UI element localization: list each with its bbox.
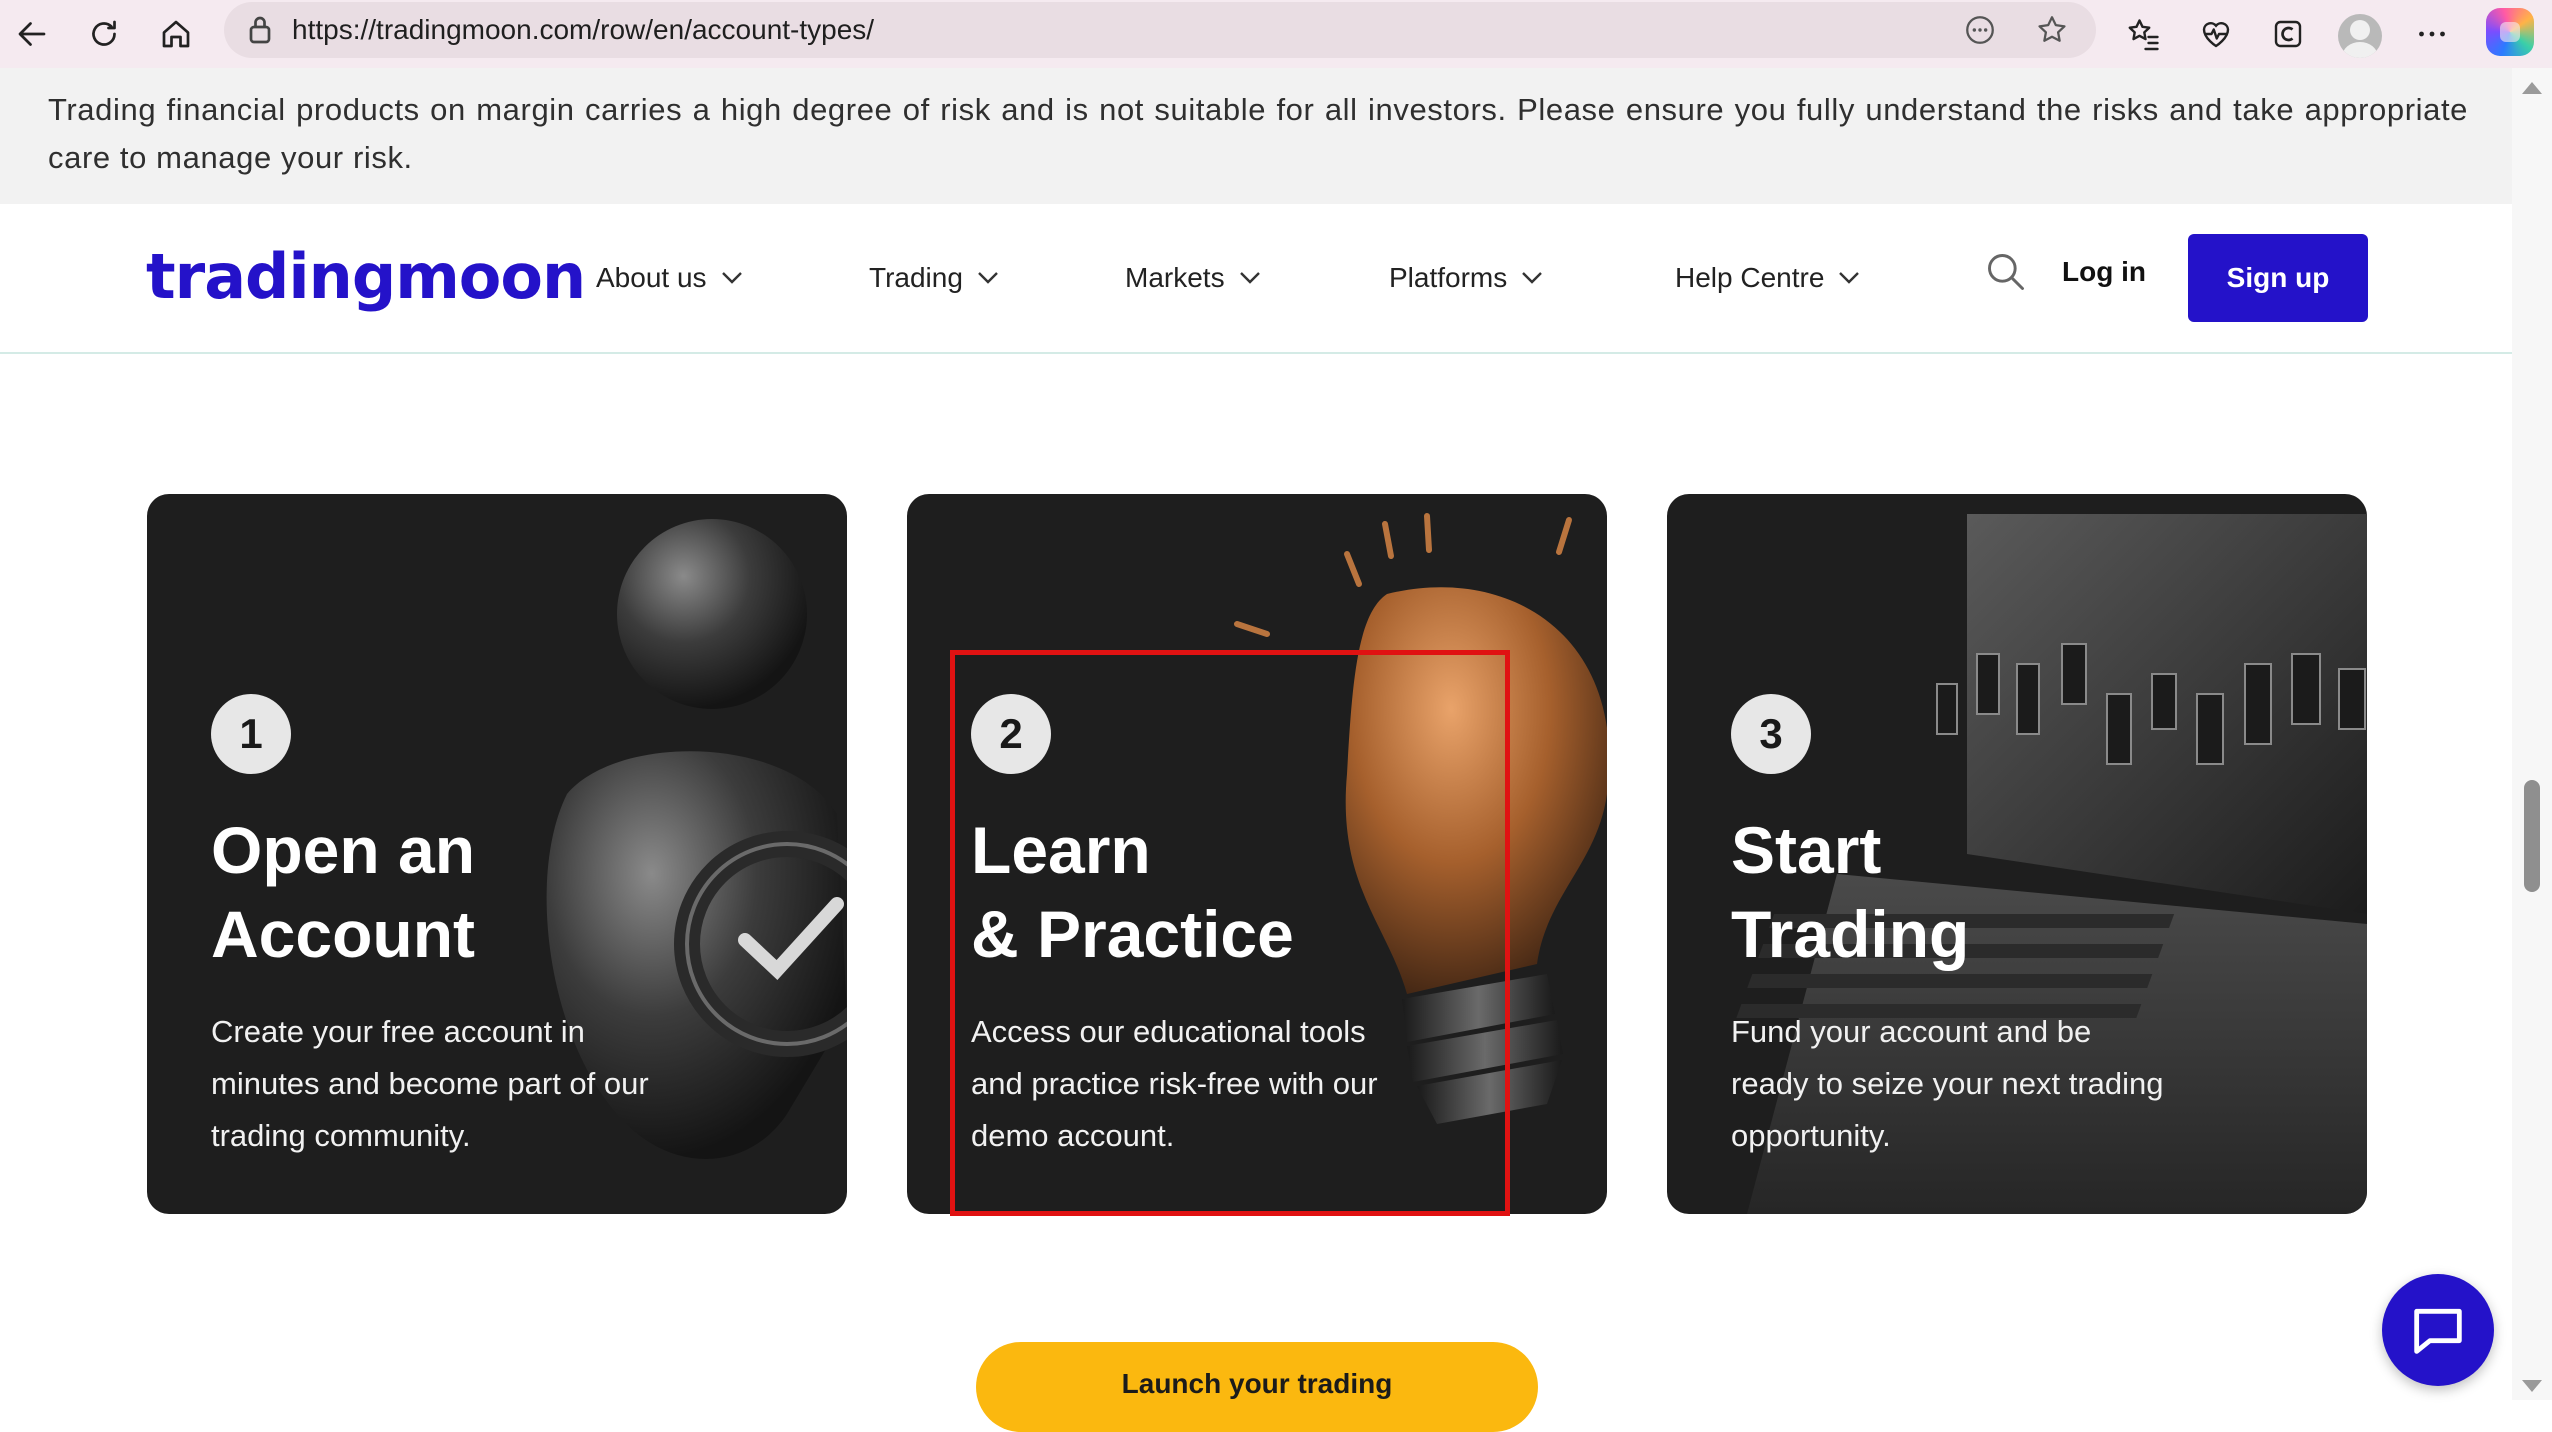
- chevron-down-icon: [1839, 272, 1860, 284]
- profile-icon[interactable]: [2338, 14, 2382, 58]
- step-card-start-trading[interactable]: 3 Start Trading Fund your account and be …: [1667, 494, 2367, 1214]
- nav-trading[interactable]: Trading: [869, 256, 999, 300]
- chevron-down-icon: [1239, 272, 1260, 284]
- address-bar[interactable]: https://tradingmoon.com/row/en/account-t…: [224, 2, 2096, 58]
- nav-label: Platforms: [1389, 262, 1508, 293]
- nav-label: Help Centre: [1675, 262, 1825, 293]
- tradingmoon-logo[interactable]: tradingmoon: [146, 240, 586, 313]
- nav-platforms[interactable]: Platforms: [1389, 256, 1543, 300]
- site-header: tradingmoon About us Trading Markets Pla…: [0, 204, 2512, 354]
- reload-icon[interactable]: [78, 8, 130, 60]
- back-icon[interactable]: [6, 8, 58, 60]
- step-title: Start Trading: [1731, 808, 2291, 976]
- nav-label: Markets: [1125, 262, 1225, 293]
- step-title-line1: Start: [1731, 813, 1882, 887]
- step-card-open-account[interactable]: 1 Open an Account Create your free accoun…: [147, 494, 847, 1214]
- step-title-line2: & Practice: [971, 897, 1294, 971]
- home-icon[interactable]: [150, 8, 202, 60]
- step-title-line1: Learn: [971, 813, 1151, 887]
- chevron-down-icon: [1522, 272, 1543, 284]
- step-number-badge: 1: [211, 694, 291, 774]
- chat-bubble-icon[interactable]: [2382, 1274, 2494, 1386]
- scroll-thumb[interactable]: [2524, 780, 2540, 892]
- browser-essentials-icon[interactable]: [2190, 8, 2242, 60]
- nav-label: Trading: [869, 262, 963, 293]
- step-number-badge: 2: [971, 694, 1051, 774]
- page-scrollbar[interactable]: [2512, 68, 2552, 1400]
- signup-button[interactable]: Sign up: [2188, 234, 2368, 322]
- collections-icon[interactable]: [2262, 8, 2314, 60]
- nav-label: About us: [596, 262, 707, 293]
- step-title-line1: Open an: [211, 813, 476, 887]
- browser-toolbar: https://tradingmoon.com/row/en/account-t…: [0, 0, 2552, 69]
- more-icon[interactable]: [2406, 8, 2458, 60]
- step-description: Create your free account in minutes and …: [211, 1014, 649, 1153]
- search-icon[interactable]: [1984, 250, 2028, 294]
- chevron-down-icon: [978, 272, 998, 284]
- reading-mode-icon[interactable]: [1960, 10, 2000, 50]
- scroll-down-arrow-icon[interactable]: [2522, 1380, 2542, 1392]
- step-description: Access our educational tools and practic…: [971, 1014, 1378, 1153]
- step-description: Fund your account and be ready to seize …: [1731, 1014, 2164, 1153]
- risk-warning-banner: Trading financial products on margin car…: [0, 68, 2512, 204]
- site-info-icon[interactable]: [242, 12, 278, 48]
- step-title: Learn & Practice: [971, 808, 1531, 976]
- step-title-line2: Trading: [1731, 897, 1970, 971]
- scroll-up-arrow-icon[interactable]: [2522, 82, 2542, 94]
- step-title: Open an Account: [211, 808, 771, 976]
- nav-help-centre[interactable]: Help Centre: [1675, 256, 1860, 300]
- step-title-line2: Account: [211, 897, 475, 971]
- launch-trading-button[interactable]: Launch your trading: [976, 1342, 1538, 1432]
- risk-warning-text: Trading financial products on margin car…: [48, 92, 2468, 175]
- nav-markets[interactable]: Markets: [1125, 256, 1261, 300]
- chevron-down-icon: [721, 272, 742, 284]
- favorites-icon[interactable]: [2118, 8, 2170, 60]
- favorite-star-icon[interactable]: [2032, 10, 2072, 50]
- login-link[interactable]: Log in: [2062, 256, 2146, 288]
- nav-about-us[interactable]: About us: [596, 256, 743, 300]
- copilot-icon[interactable]: [2486, 8, 2534, 56]
- step-card-learn-practice[interactable]: 2 Learn & Practice Access our educational…: [907, 494, 1607, 1214]
- url-text[interactable]: https://tradingmoon.com/row/en/account-t…: [292, 2, 874, 58]
- step-number-badge: 3: [1731, 694, 1811, 774]
